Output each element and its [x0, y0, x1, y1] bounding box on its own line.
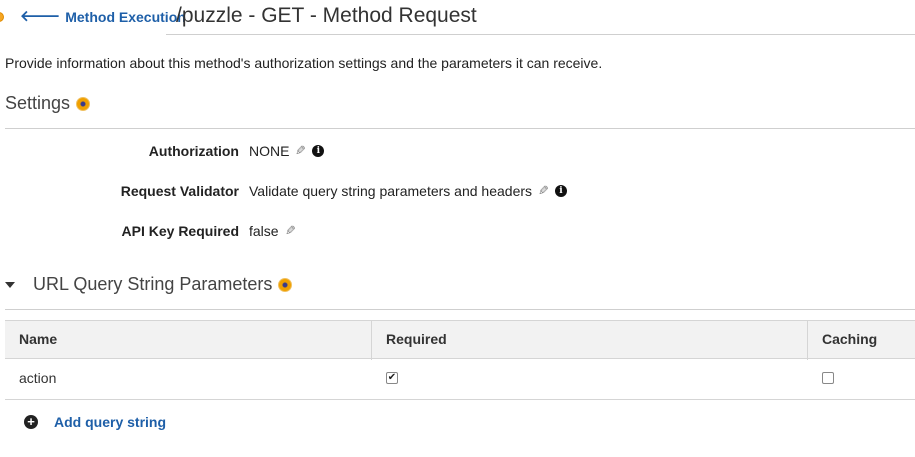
column-header-required: Required — [371, 321, 807, 360]
request-validator-value-group: Validate query string parameters and hea… — [249, 183, 567, 199]
header-divider — [166, 34, 915, 35]
request-validator-info-icon[interactable]: i — [554, 185, 567, 197]
query-params-heading[interactable]: URL Query String Parameters — [5, 274, 293, 295]
plus-circle-icon: + — [24, 415, 38, 429]
settings-info-icon[interactable] — [76, 96, 91, 111]
column-header-name: Name — [19, 331, 58, 347]
authorization-label: Authorization — [148, 143, 239, 159]
edit-request-validator-pencil-icon[interactable]: ✎ — [538, 183, 549, 199]
query-params-divider — [5, 309, 915, 310]
api-key-required-label: API Key Required — [121, 223, 239, 239]
authorization-info-icon[interactable]: i — [312, 145, 325, 157]
add-query-string-label: Add query string — [54, 414, 167, 430]
back-link-label: Method Execution — [65, 9, 186, 25]
edit-api-key-required-pencil-icon[interactable]: ✎ — [285, 223, 296, 239]
collapse-caret-icon[interactable] — [5, 281, 15, 288]
caching-checkbox[interactable] — [822, 372, 834, 384]
api-key-required-value-group: false ✎ — [249, 223, 295, 239]
api-key-required-value: false — [249, 223, 279, 239]
settings-divider — [5, 128, 915, 129]
request-validator-value: Validate query string parameters and hea… — [249, 183, 533, 199]
query-params-table-header: Name Required Caching — [5, 320, 915, 360]
request-validator-label: Request Validator — [120, 183, 239, 199]
page-title: /puzzle - GET - Method Request — [176, 4, 477, 27]
method-request-page: 🡐 Method Execution /puzzle - GET - Metho… — [0, 0, 915, 457]
authorization-value: NONE — [249, 143, 290, 159]
column-header-caching: Caching — [807, 321, 915, 360]
intro-text: Provide information about this method's … — [5, 55, 603, 71]
add-query-string-button[interactable]: + Add query string — [24, 414, 166, 430]
query-params-info-icon[interactable] — [278, 277, 293, 292]
table-row: action ✔ — [5, 359, 915, 400]
settings-title: Settings — [5, 93, 71, 113]
settings-heading: Settings — [5, 93, 91, 114]
back-to-method-execution-link[interactable]: 🡐 Method Execution — [20, 8, 186, 26]
required-checkbox[interactable]: ✔ — [386, 372, 398, 384]
status-dot-icon — [0, 12, 4, 22]
authorization-value-group: NONE ✎ i — [249, 143, 325, 159]
arrow-left-icon: 🡐 — [20, 8, 61, 25]
param-name-cell[interactable]: action — [5, 359, 56, 399]
edit-authorization-pencil-icon[interactable]: ✎ — [295, 143, 306, 159]
query-params-title: URL Query String Parameters — [33, 274, 273, 294]
